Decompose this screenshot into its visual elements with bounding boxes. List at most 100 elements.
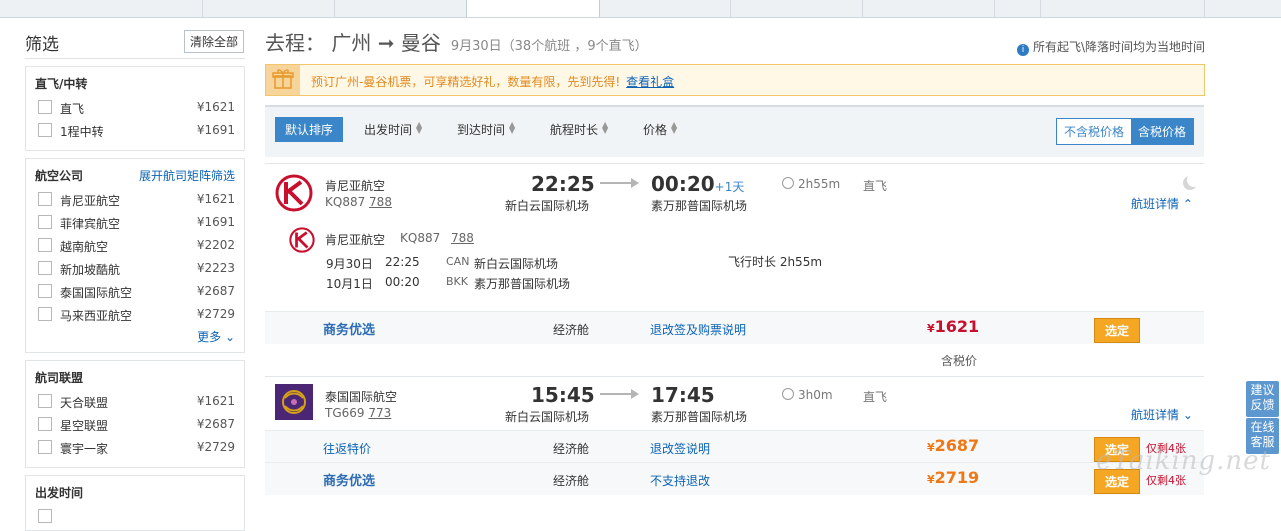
top-tab-active[interactable] (466, 0, 600, 17)
fare-rule-link[interactable]: 退改签及购票说明 (650, 321, 746, 338)
detail-arr-date: 10月1日 (326, 277, 373, 291)
checkbox[interactable] (38, 261, 52, 275)
fare-product[interactable]: 商务优选 (323, 470, 375, 489)
checkbox[interactable] (38, 509, 52, 523)
fare-price: ¥2719 (927, 468, 979, 487)
clock-icon (782, 177, 794, 189)
sort-price[interactable]: 价格 ▲ ▼ (643, 121, 677, 138)
checkbox[interactable] (38, 123, 52, 137)
top-tab[interactable] (730, 0, 863, 17)
top-tab[interactable] (598, 0, 731, 17)
flight-no: KQ887 (325, 195, 366, 209)
flight-card: 肯尼亚航空 KQ887 788 22:25 新白云国际机场 00:20+1天 素… (265, 163, 1204, 376)
fare-row: 商务优选 经济舱 不支持退改 ¥2719 选定 仅剩4张 (265, 462, 1204, 495)
clock-icon (782, 388, 794, 400)
detail-aircraft[interactable]: 788 (451, 231, 474, 245)
detail-airline: 肯尼亚航空 (325, 233, 386, 247)
top-tab[interactable] (70, 0, 203, 17)
fare-product[interactable]: 往返特价 (323, 440, 371, 457)
local-time-text: 所有起飞\降落时间均为当地时间 (1032, 40, 1205, 54)
sort-duration[interactable]: 航程时长 ▲ ▼ (550, 121, 608, 138)
promo-text: 预订广州-曼谷机票，可享精选好礼，数量有限，先到先得! (311, 75, 621, 89)
filter-option[interactable]: 直飞 ¥1621 (35, 98, 235, 121)
route-summary: 9月30日（38个航班 ，9个直飞） (450, 39, 648, 54)
checkbox[interactable] (38, 215, 52, 229)
fare-price: ¥2687 (927, 436, 979, 455)
flight-detail-toggle[interactable]: 航班详情 ⌄ (1131, 406, 1193, 423)
duration: 3h0m (782, 388, 833, 402)
top-tab[interactable] (202, 0, 335, 17)
tax-included-note: 含税价 (941, 354, 978, 368)
filter-airlines: 航空公司 展开航司矩阵筛选 肯尼亚航空 ¥1621 菲律宾航空 ¥1691 越南航空… (25, 158, 245, 353)
option-label: 马来西亚航空 (60, 309, 133, 323)
filter-option[interactable]: 1程中转 ¥1691 (35, 121, 235, 144)
checkbox[interactable] (38, 192, 52, 206)
filter-option[interactable]: 肯尼亚航空 ¥1621 (35, 190, 235, 213)
airline-matrix-link[interactable]: 展开航司矩阵筛选 (139, 167, 235, 184)
fare-price-value: 1621 (934, 317, 980, 336)
promo-link[interactable]: 查看礼盒 (626, 75, 674, 89)
filter-title: 筛选 (25, 35, 59, 55)
sort-label: 出发时间 (364, 123, 413, 137)
filter-option[interactable]: 菲律宾航空 ¥1691 (35, 213, 235, 236)
with-tax-price-option[interactable]: 含税价格 (1130, 119, 1193, 144)
filter-option[interactable]: 马来西亚航空 ¥2729 (35, 305, 235, 328)
more-airlines-link[interactable]: 更多 ⌄ (35, 328, 235, 346)
arrow-right-icon (631, 389, 639, 399)
fare-product[interactable]: 商务优选 (323, 319, 375, 338)
option-price: ¥2223 (196, 261, 235, 275)
filter-option[interactable]: 新加坡酷航 ¥2223 (35, 259, 235, 282)
filter-option[interactable]: 寰宇一家 ¥2729 (35, 438, 235, 461)
select-button[interactable]: 选定 (1094, 318, 1141, 343)
option-price: ¥2202 (196, 238, 235, 252)
detail-flight-time: 飞行时长 2h55m (728, 255, 823, 269)
option-label: 泰国国际航空 (60, 286, 133, 300)
fare-rule-link[interactable]: 退改签说明 (650, 440, 710, 457)
top-tab[interactable] (994, 0, 1041, 17)
filter-section-title: 直飞/中转 (35, 77, 88, 91)
option-label: 星空联盟 (60, 419, 109, 433)
sort-depart-time[interactable]: 出发时间 ▲ ▼ (364, 121, 422, 138)
flight-detail-toggle[interactable]: 航班详情 ⌃ (1131, 195, 1193, 212)
clear-all-button[interactable]: 清除全部 (183, 30, 244, 53)
filter-option[interactable]: 天合联盟 ¥1621 (35, 392, 235, 415)
arrival-airport: 素万那普国际机场 (651, 199, 748, 213)
detail-dep-airport: 新白云国际机场 (474, 257, 559, 271)
top-tab[interactable] (1040, 0, 1205, 17)
option-price: ¥1621 (196, 394, 235, 408)
fare-row: 往返特价 经济舱 退改签说明 ¥2687 选定 仅剩4张 (265, 430, 1204, 463)
sort-arrive-time[interactable]: 到达时间 ▲ ▼ (457, 121, 515, 138)
checkbox[interactable] (38, 394, 52, 408)
filter-option[interactable]: 星空联盟 ¥2687 (35, 415, 235, 438)
checkbox[interactable] (38, 307, 52, 321)
more-label: 更多 (197, 330, 222, 344)
checkbox[interactable] (38, 284, 52, 298)
flight-card: 泰国国际航空 TG669 773 15:45 新白云国际机场 17:45 素万那… (265, 376, 1204, 499)
top-tab[interactable] (862, 0, 995, 17)
filter-depart-time: 出发时间 (25, 475, 245, 531)
sort-label: 到达时间 (457, 123, 506, 137)
sort-default-button[interactable]: 默认排序 (275, 117, 344, 142)
checkbox[interactable] (38, 440, 52, 454)
checkbox[interactable] (38, 238, 52, 252)
flight-type: 直飞 (863, 179, 888, 193)
top-tab[interactable] (334, 0, 467, 17)
flight-no: TG669 (325, 406, 365, 420)
option-label: 寰宇一家 (60, 442, 109, 456)
feedback-button[interactable]: 建议反馈 (1246, 381, 1279, 417)
filter-option[interactable] (35, 507, 235, 530)
detail-dep-date: 9月30日 (326, 257, 373, 271)
detail-arr-time: 00:20 (385, 275, 420, 289)
aircraft-type[interactable]: 788 (369, 195, 392, 209)
aircraft-type[interactable]: 773 (368, 406, 391, 420)
arrival-time: 00:20+1天 (651, 172, 744, 196)
airline-name: 泰国国际航空 (325, 390, 398, 404)
no-tax-price-option[interactable]: 不含税价格 (1057, 119, 1131, 144)
checkbox[interactable] (38, 100, 52, 114)
fare-rule-link[interactable]: 不支持退改 (650, 472, 710, 489)
checkbox[interactable] (38, 417, 52, 431)
filter-option[interactable]: 泰国国际航空 ¥2687 (35, 282, 235, 305)
detail-label: 航班详情 (1131, 408, 1180, 422)
detail-label: 航班详情 (1131, 197, 1180, 211)
filter-option[interactable]: 越南航空 ¥2202 (35, 236, 235, 259)
